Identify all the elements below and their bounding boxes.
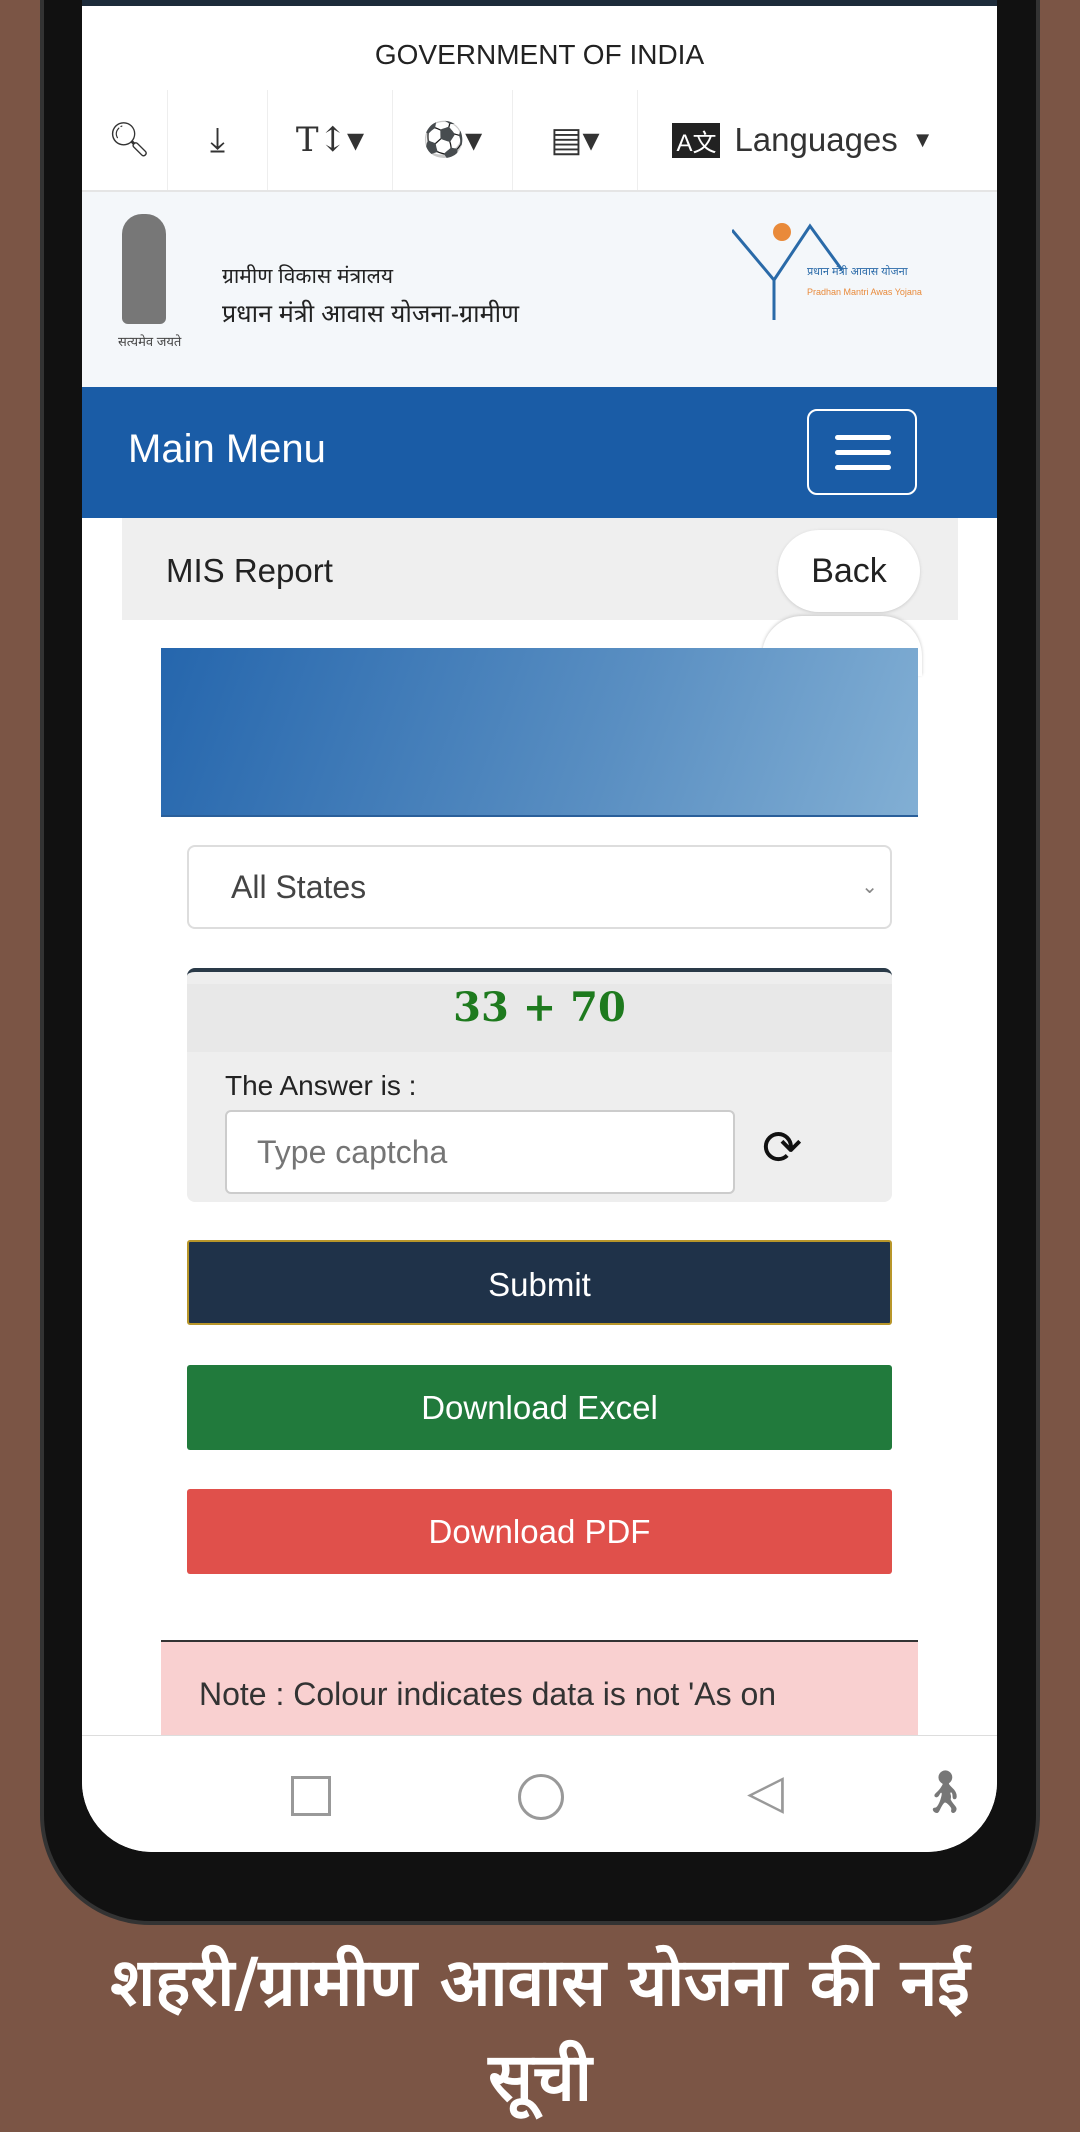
caption-line-2: सूची [488, 2039, 592, 2116]
home-button[interactable] [518, 1774, 564, 1820]
download-pdf-button[interactable]: Download PDF [187, 1489, 892, 1574]
back-button[interactable]: Back [778, 530, 920, 612]
back-nav-button[interactable]: ◁ [747, 1764, 784, 1820]
hamburger-icon [835, 435, 891, 440]
ministry-name: ग्रामीण विकास मंत्रालय [222, 265, 394, 288]
chevron-down-icon: ▼ [911, 127, 934, 152]
contrast-icon: ⚽▾ [422, 121, 483, 159]
state-select-value: All States [231, 869, 367, 905]
captcha-box: 33 + 70 The Answer is : ⟳ [187, 968, 892, 1202]
gov-header: GOVERNMENT OF INDIA [82, 0, 997, 90]
reader-icon: ▤▾ [550, 121, 600, 159]
languages-label: Languages [734, 121, 898, 158]
captcha-label: The Answer is : [225, 1070, 417, 1101]
accessibility-icon: 🚶︎ [918, 1768, 972, 1815]
accessibility-toolbar: 🔍︎ ⤓ T↕▾ ⚽▾ ▤▾ A文 Languages ▼ [82, 90, 997, 192]
download-button[interactable]: ⤓ [168, 90, 268, 190]
contrast-button[interactable]: ⚽▾ [393, 90, 513, 190]
search-icon: 🔍︎ [107, 121, 152, 159]
download-excel-button[interactable]: Download Excel [187, 1365, 892, 1450]
text-size-icon: T↕▾ [295, 120, 365, 160]
accessibility-button[interactable]: 🚶︎ [918, 1768, 971, 1817]
reader-button[interactable]: ▤▾ [513, 90, 638, 190]
page-title: MIS Report [166, 552, 333, 589]
svg-text:Pradhan Mantri Awas Yojana: Pradhan Mantri Awas Yojana [807, 287, 922, 297]
refresh-captcha-button[interactable]: ⟳ [762, 1120, 802, 1176]
emblem-icon [122, 214, 166, 324]
caption-line-1: शहरी/ग्रामीण आवास योजना की नई [110, 1944, 970, 2021]
emblem-motto: सत्यमेव जयते [118, 334, 182, 349]
main-menu-label: Main Menu [128, 427, 326, 471]
search-button[interactable]: 🔍︎ [92, 90, 168, 190]
menu-toggle-button[interactable] [807, 409, 917, 495]
translate-icon: A文 [672, 122, 721, 158]
svg-text:प्रधान मंत्री आवास योजना: प्रधान मंत्री आवास योजना [807, 265, 908, 278]
triangle-back-icon: ◁ [747, 1766, 784, 1819]
languages-button[interactable]: A文 Languages ▼ [638, 90, 968, 190]
branding-area: सत्यमेव जयते ग्रामीण विकास मंत्रालय प्रध… [82, 192, 997, 387]
pmay-logo: प्रधान मंत्री आवास योजना Pradhan Mantri A… [730, 220, 922, 320]
state-select[interactable]: All States ⌄ [187, 845, 892, 929]
scheme-name: प्रधान मंत्री आवास योजना-ग्रामीण [222, 300, 520, 328]
main-menu-bar: Main Menu [82, 387, 997, 518]
chevron-down-icon: ⌄ [861, 876, 878, 898]
text-size-button[interactable]: T↕▾ [268, 90, 393, 190]
recent-apps-button[interactable] [291, 1776, 331, 1816]
download-icon: ⤓ [209, 120, 226, 159]
captcha-input[interactable] [225, 1110, 735, 1194]
android-nav-bar: ◁ 🚶︎ [82, 1735, 997, 1852]
selection-filters-header: ▼ Selection Filters [161, 648, 918, 911]
captcha-question: 33 + 70 [187, 984, 892, 1052]
submit-button[interactable]: Submit [187, 1240, 892, 1325]
phone-screen: GOVERNMENT OF INDIA 🔍︎ ⤓ T↕▾ ⚽▾ ▤▾ A文 La… [82, 0, 997, 1852]
refresh-icon: ⟳ [762, 1122, 803, 1175]
